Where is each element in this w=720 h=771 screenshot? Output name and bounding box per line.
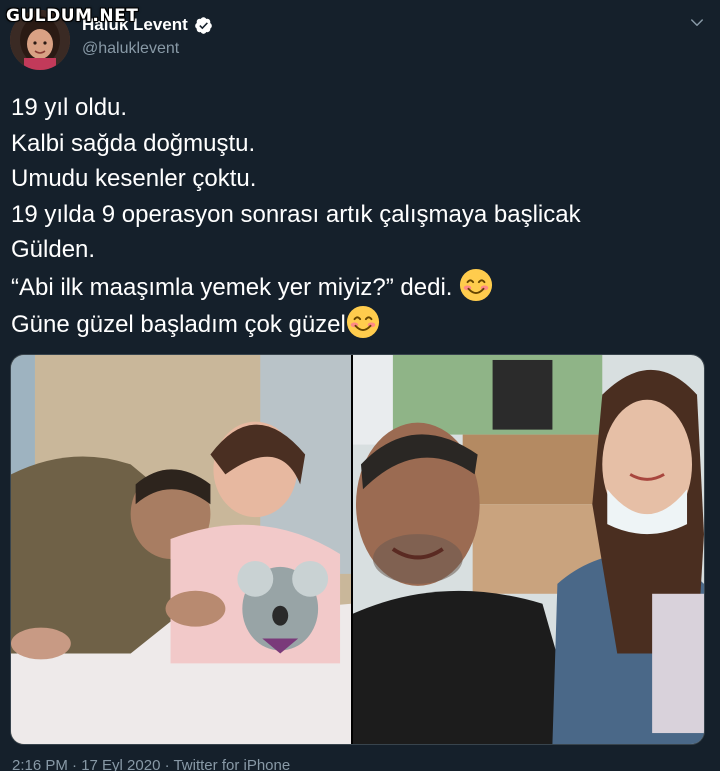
watermark: GULDUM.NET [6, 6, 139, 26]
tweet-media[interactable] [10, 354, 705, 745]
verified-badge-icon [194, 16, 212, 34]
selfie-photo-image [353, 355, 704, 744]
tweet-timestamp[interactable]: 2:16 PM · 17 Eyl 2020 · Twitter for iPho… [12, 757, 290, 771]
smiling-face-emoji [460, 268, 493, 301]
tweet-line: 19 yılda 9 operasyon sonrası artık çalış… [11, 200, 581, 228]
tweet-line-text: “Abi ilk maaşımla yemek yer miyiz?” dedi… [11, 273, 460, 301]
chevron-down-icon[interactable] [688, 14, 706, 32]
tweet-line: 19 yıl oldu. [11, 94, 128, 121]
smiling-face-emoji [346, 305, 379, 339]
selfie-photo[interactable] [353, 355, 704, 744]
tweet-line-text: Güne güzel başladım çok güzel [11, 311, 346, 338]
tweet-line: Umudu kesenler çoktu. [11, 165, 257, 192]
tweet-line: Gülden. [11, 236, 96, 263]
tweet-text: 19 yıl oldu. Kalbi sağda doğmuştu. Umudu… [11, 90, 701, 343]
tweet-line-with-emoji: “Abi ilk maaşımla yemek yer miyiz?” dedi… [11, 268, 701, 306]
childhood-photo[interactable] [11, 355, 352, 744]
childhood-photo-image [11, 355, 352, 744]
tweet-line: Kalbi sağda doğmuştu. [11, 129, 256, 157]
tweet-line-with-emoji: Güne güzel başladım çok güzel [11, 305, 701, 343]
user-handle[interactable]: @haluklevent [82, 40, 179, 58]
